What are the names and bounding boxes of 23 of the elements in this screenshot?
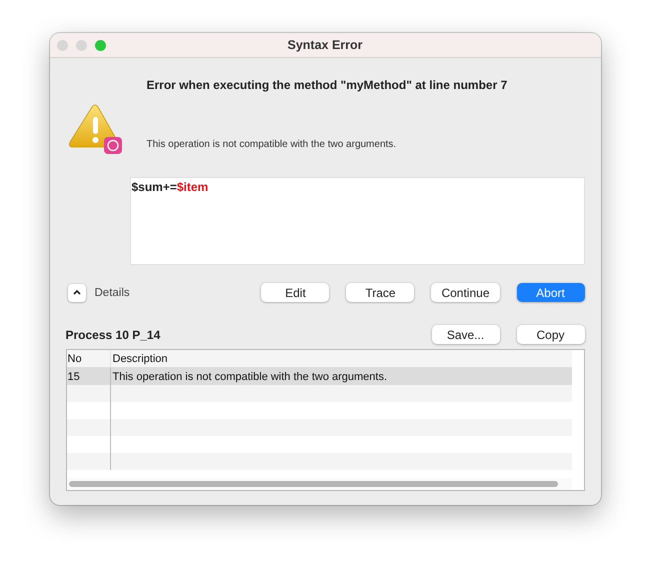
warning-icon	[68, 104, 124, 156]
scroll-bar[interactable]	[68, 481, 558, 487]
details-label: Details	[94, 286, 130, 298]
table-row[interactable]: 15 This operation is not compatible with the two arguments.	[66, 368, 572, 385]
details-toggle[interactable]	[68, 284, 86, 302]
save-button[interactable]: Save...	[432, 325, 500, 344]
minimize-button[interactable]	[76, 40, 86, 50]
zoom-button[interactable]	[94, 40, 106, 50]
column-header: Description	[112, 352, 169, 366]
column-header: No	[66, 350, 110, 367]
dialog-button[interactable]: Continue	[431, 283, 500, 302]
caret-icon	[72, 289, 82, 296]
default-button[interactable]: Abort	[516, 283, 584, 302]
copy-button[interactable]: Copy	[516, 325, 584, 344]
error-heading: Error when executing the method "myMethod" at line number 7	[146, 78, 508, 92]
dialog-button[interactable]: Trace	[346, 283, 414, 302]
error-message: This operation is not compatible with the two arguments.	[146, 139, 398, 150]
window-title: Syntax Error	[287, 38, 363, 52]
process-name: Process 10 P_14	[66, 328, 160, 342]
code-line: $sum+=$item	[130, 179, 210, 196]
close-button[interactable]	[56, 40, 68, 50]
dialog-button[interactable]: Edit	[261, 283, 330, 302]
table-cell-text: This operation is not compatible with the two arguments.	[112, 370, 388, 384]
